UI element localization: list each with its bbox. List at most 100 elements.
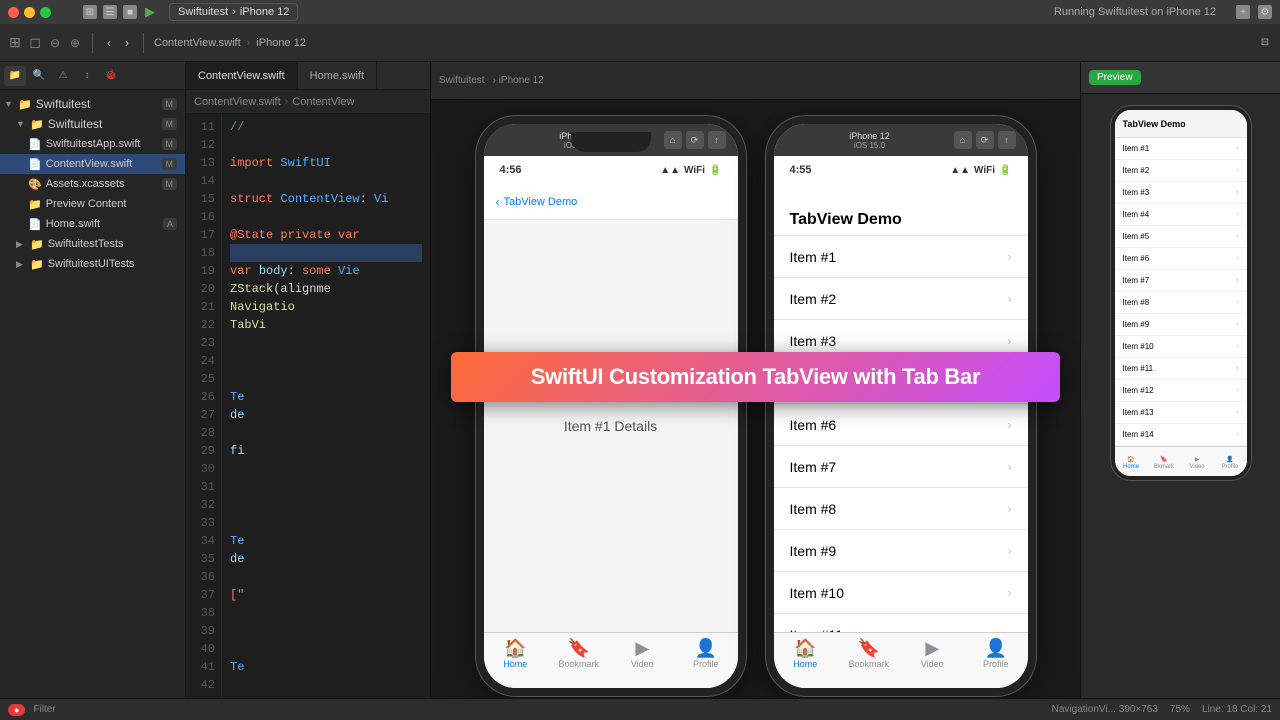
right-panel: Preview TabView Demo Item #1 › Item #2 ›… bbox=[1080, 62, 1280, 698]
mini-tab-bookmark[interactable]: 🔖 Bkmark bbox=[1148, 453, 1181, 470]
minimize-button[interactable] bbox=[24, 7, 35, 18]
mini-item-11[interactable]: Item #11 › bbox=[1115, 358, 1247, 380]
mini-item-label: Item #10 bbox=[1123, 342, 1154, 351]
phone-right-list[interactable]: Item #1 › Item #2 › Item #3 › Item #5 bbox=[774, 236, 1028, 632]
list-item-6[interactable]: Item #6 › bbox=[774, 404, 1028, 446]
inspector-toggle[interactable]: ⊟ bbox=[1258, 36, 1272, 50]
tab2-home[interactable]: 🏠 Home bbox=[774, 639, 838, 669]
nav-tab-issues[interactable]: ⚠ bbox=[52, 66, 74, 86]
forward-btn[interactable]: › bbox=[121, 34, 133, 52]
code-editor[interactable]: 1112131415 1617181920 2122232425 2627282… bbox=[186, 114, 430, 698]
mini-item-7[interactable]: Item #7 › bbox=[1115, 270, 1247, 292]
list-item-11[interactable]: Item #11 › bbox=[774, 614, 1028, 632]
traffic-lights bbox=[8, 7, 51, 18]
nav-icon-3[interactable]: ⊖ bbox=[48, 36, 62, 50]
chevron-icon: › bbox=[232, 6, 236, 18]
scheme-selector[interactable]: Swiftuitest › iPhone 12 bbox=[169, 3, 298, 21]
chevron-icon: › bbox=[1008, 460, 1012, 474]
tree-tests[interactable]: ▶ 📁 SwiftuitestTests bbox=[0, 234, 185, 254]
tab-bookmark[interactable]: 🔖 Bookmark bbox=[547, 639, 611, 669]
share2-icon[interactable]: ↑ bbox=[998, 131, 1016, 149]
list-item-7[interactable]: Item #7 › bbox=[774, 446, 1028, 488]
mini-item-9[interactable]: Item #9 › bbox=[1115, 314, 1247, 336]
tab2-profile[interactable]: 👤 Profile bbox=[964, 639, 1028, 669]
nav-tab-git[interactable]: ↕ bbox=[76, 66, 98, 86]
close-button[interactable] bbox=[8, 7, 19, 18]
nav-tab-search[interactable]: 🔍 bbox=[28, 66, 50, 86]
list-item-8[interactable]: Item #8 › bbox=[774, 488, 1028, 530]
mini-tab-video[interactable]: ▶ Video bbox=[1181, 453, 1214, 470]
mini-tab-home[interactable]: 🏠 Home bbox=[1115, 453, 1148, 470]
breadcrumb-sep1: › bbox=[247, 37, 251, 49]
tree-file-4[interactable]: 📄 Home.swift A bbox=[0, 214, 185, 234]
nav-icon-1[interactable]: ⊞ bbox=[8, 36, 22, 50]
home-icon[interactable]: ⌂ bbox=[664, 131, 682, 149]
list-item-2[interactable]: Item #2 › bbox=[774, 278, 1028, 320]
nav-icon-4[interactable]: ⊕ bbox=[68, 36, 82, 50]
tab-profile[interactable]: 👤 Profile bbox=[674, 639, 738, 669]
home2-icon[interactable]: ⌂ bbox=[954, 131, 972, 149]
rotate2-icon[interactable]: ⟳ bbox=[976, 131, 994, 149]
group-badge: M bbox=[162, 118, 178, 130]
add-icon[interactable]: + bbox=[1236, 5, 1250, 19]
phone-left-time: 4:56 bbox=[500, 164, 522, 176]
mini-item-10[interactable]: Item #10 › bbox=[1115, 336, 1247, 358]
tree-ui-tests[interactable]: ▶ 📁 SwiftuitestUITests bbox=[0, 254, 185, 274]
tab2-video-icon: ▶ bbox=[925, 639, 939, 657]
back-btn[interactable]: ‹ bbox=[103, 34, 115, 52]
folder-icon: ⊞ bbox=[83, 5, 97, 19]
canvas-area: Swiftuitest › iPhone 12 iPhone 12 iOS 15… bbox=[430, 62, 1080, 698]
canvas-device: › iPhone 12 bbox=[493, 75, 544, 86]
nav-tab-debug[interactable]: 🐞 bbox=[100, 66, 122, 86]
tab2-video[interactable]: ▶ Video bbox=[901, 639, 965, 669]
phone-left-tab-bar: 🏠 Home 🔖 Bookmark ▶ Video 👤 bbox=[484, 632, 738, 688]
mini-chevron: › bbox=[1236, 145, 1238, 152]
back-label[interactable]: TabView Demo bbox=[504, 196, 578, 208]
mini-item-3[interactable]: Item #3 › bbox=[1115, 182, 1247, 204]
tab-bookmark-label: Bookmark bbox=[558, 659, 599, 669]
mini-item-2[interactable]: Item #2 › bbox=[1115, 160, 1247, 182]
share-icon[interactable]: ↑ bbox=[708, 131, 726, 149]
filter-label[interactable]: Filter bbox=[33, 704, 55, 715]
nav-icon-2[interactable]: ◻ bbox=[28, 36, 42, 50]
mini-item-6[interactable]: Item #6 › bbox=[1115, 248, 1247, 270]
mini-tab-bar: 🏠 Home 🔖 Bkmark ▶ Video 👤 Profile bbox=[1115, 446, 1247, 476]
mini-item-8[interactable]: Item #8 › bbox=[1115, 292, 1247, 314]
run-stop-icon[interactable]: ■ bbox=[123, 5, 137, 19]
mini-item-12[interactable]: Item #12 › bbox=[1115, 380, 1247, 402]
editor-tab-contentview[interactable]: ContentView.swift bbox=[186, 62, 298, 89]
nav-tab-files[interactable]: 📁 bbox=[4, 66, 26, 86]
back-arrow[interactable]: ‹ bbox=[496, 195, 500, 209]
tree-file-1[interactable]: 📄 ContentView.swift M bbox=[0, 154, 185, 174]
mini-item-14[interactable]: Item #14 › bbox=[1115, 424, 1247, 446]
code-editor-area: ContentView.swift Home.swift ContentView… bbox=[186, 62, 430, 698]
tree-file-0[interactable]: 📄 SwiftuitestApp.swift M bbox=[0, 134, 185, 154]
tab-home[interactable]: 🏠 Home bbox=[484, 639, 548, 669]
mini-tab-profile[interactable]: 👤 Profile bbox=[1214, 453, 1247, 470]
list-item-10[interactable]: Item #10 › bbox=[774, 572, 1028, 614]
tab2-bookmark[interactable]: 🔖 Bookmark bbox=[837, 639, 901, 669]
rotate-icon[interactable]: ⟳ bbox=[686, 131, 704, 149]
mini-item-4[interactable]: Item #4 › bbox=[1115, 204, 1247, 226]
tree-project-root[interactable]: ▼ 📁 Swiftuitest M bbox=[0, 94, 185, 114]
phone-right-status: 4:55 ▲▲WiFi🔋 bbox=[774, 156, 1028, 184]
mini-item-13[interactable]: Item #13 › bbox=[1115, 402, 1247, 424]
mini-item-label: Item #13 bbox=[1123, 408, 1154, 417]
tree-file-2[interactable]: 🎨 Assets.xcassets M bbox=[0, 174, 185, 194]
list-item-9[interactable]: Item #9 › bbox=[774, 530, 1028, 572]
play-icon[interactable]: ▶ bbox=[143, 5, 157, 19]
tree-file-3[interactable]: 📁 Preview Content bbox=[0, 194, 185, 214]
mini-item-5[interactable]: Item #5 › bbox=[1115, 226, 1247, 248]
file-tree: ▼ 📁 Swiftuitest M ▼ 📁 Swiftuitest M 📄 Sw… bbox=[0, 90, 185, 698]
editor-tab-home[interactable]: Home.swift bbox=[298, 62, 377, 89]
mini-item-1[interactable]: Item #1 › bbox=[1115, 138, 1247, 160]
mini-item-label: Item #2 bbox=[1123, 166, 1150, 175]
tab-video[interactable]: ▶ Video bbox=[611, 639, 675, 669]
settings-icon[interactable]: ⚙ bbox=[1258, 5, 1272, 19]
maximize-button[interactable] bbox=[40, 7, 51, 18]
list-item-1[interactable]: Item #1 › bbox=[774, 236, 1028, 278]
mini-chevron: › bbox=[1236, 189, 1238, 196]
tree-group[interactable]: ▼ 📁 Swiftuitest M bbox=[0, 114, 185, 134]
code-lines[interactable]: // import SwiftUI struct ContentView: Vi… bbox=[222, 114, 430, 698]
phone-right-time: 4:55 bbox=[790, 164, 812, 176]
